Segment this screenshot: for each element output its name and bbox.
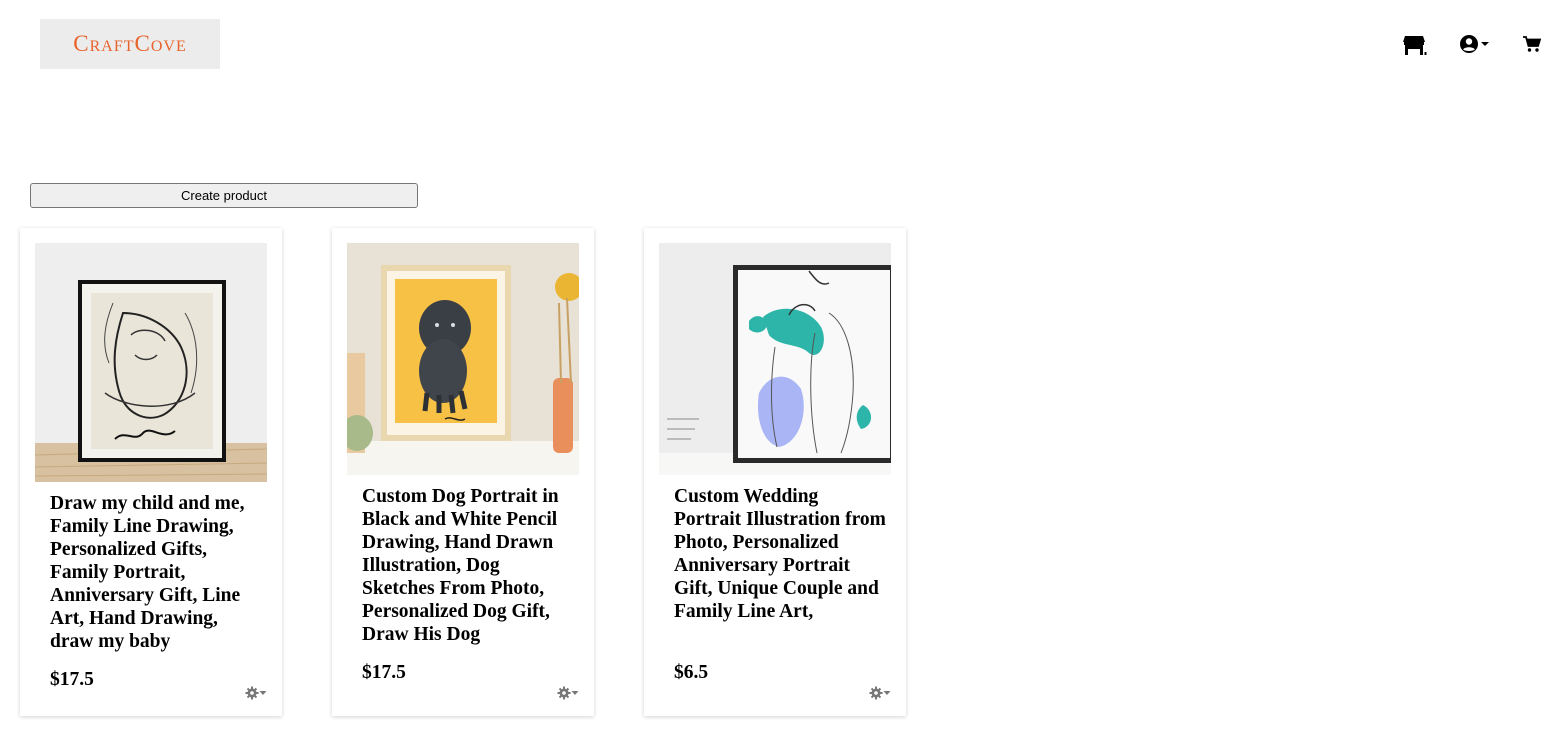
wedding-portrait-image xyxy=(659,243,891,475)
product-price: $6.5 xyxy=(674,662,709,683)
dog-portrait-image xyxy=(347,243,579,475)
cart-icon[interactable] xyxy=(1522,34,1542,54)
product-image[interactable] xyxy=(659,243,891,475)
product-title[interactable]: Draw my child and me, Family Line Drawin… xyxy=(50,492,265,653)
product-card[interactable]: Custom Wedding Portrait Illustration fro… xyxy=(644,228,906,716)
create-product-button[interactable]: Create product xyxy=(30,183,418,208)
chevron-down-icon xyxy=(259,691,267,695)
product-title[interactable]: Custom Wedding Portrait Illustration fro… xyxy=(674,485,889,623)
account-menu-icon[interactable] xyxy=(1459,34,1490,54)
product-title[interactable]: Custom Dog Portrait in Black and White P… xyxy=(362,485,577,646)
family-line-drawing-image xyxy=(35,243,267,482)
logo-text: CraftCove xyxy=(73,31,187,56)
product-settings-gear-icon[interactable] xyxy=(869,685,893,701)
chevron-down-icon xyxy=(1481,42,1489,46)
product-price: $17.5 xyxy=(362,662,406,683)
site-header: CraftCove xyxy=(0,0,1564,90)
chevron-down-icon xyxy=(883,691,891,695)
product-image[interactable] xyxy=(35,243,267,482)
product-price: $17.5 xyxy=(50,669,94,690)
product-card[interactable]: Custom Dog Portrait in Black and White P… xyxy=(332,228,594,716)
product-card[interactable]: Draw my child and me, Family Line Drawin… xyxy=(20,228,282,716)
header-nav xyxy=(1400,34,1550,58)
chevron-down-icon xyxy=(571,691,579,695)
store-icon[interactable] xyxy=(1403,34,1427,56)
product-settings-gear-icon[interactable] xyxy=(245,685,269,701)
product-settings-gear-icon[interactable] xyxy=(557,685,581,701)
product-image[interactable] xyxy=(347,243,579,475)
craftcove-logo[interactable]: CraftCove xyxy=(40,19,220,69)
